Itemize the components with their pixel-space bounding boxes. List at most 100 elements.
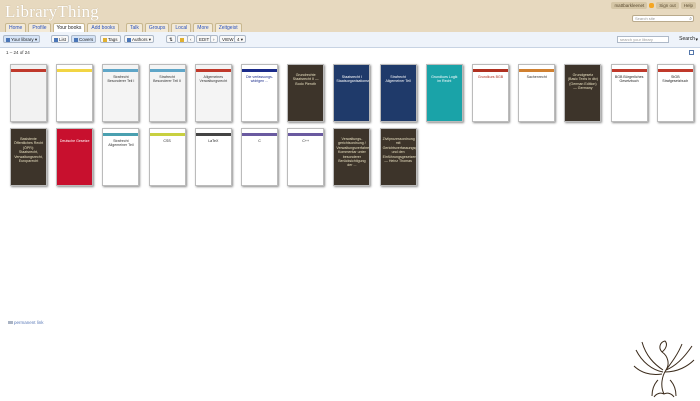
book-title: Grundgesetz (Basic Texts in dtv) (German… — [567, 73, 598, 91]
tools-icon — [180, 37, 184, 42]
book-cover[interactable]: CSS — [148, 128, 186, 186]
covers-label: Covers — [79, 37, 94, 42]
sort-icon: ⇅ — [169, 37, 173, 42]
rss-icon[interactable] — [649, 3, 655, 8]
tags-label: Tags — [108, 37, 118, 42]
next-button[interactable]: › — [210, 35, 218, 43]
book-title: Deutsche Gesetze — [59, 139, 90, 143]
phoenix-logo-icon — [633, 340, 695, 398]
chevron-right-icon: › — [213, 37, 215, 42]
your-library-dropdown[interactable]: Your library ▾ — [3, 35, 41, 43]
book-title: Allgemeines Verwaltungsrecht — [199, 75, 228, 84]
book-cover[interactable]: C++ — [287, 128, 325, 186]
authors-dropdown[interactable]: Authors ▾ — [124, 35, 155, 43]
prev-button[interactable]: ‹ — [187, 35, 195, 43]
book-cover[interactable]: BGB Bürgerliches Gesetzbuch — [610, 64, 648, 122]
help-link[interactable]: Help — [680, 2, 696, 9]
book-title: Basistexte Öffentliches Recht (ÖPR): Sta… — [13, 137, 44, 164]
site-search-placeholder: Search site — [635, 16, 656, 21]
book-title: StGB Strafgesetzbuch — [662, 75, 689, 84]
library-search-input[interactable]: search your library — [617, 36, 669, 43]
book-cover[interactable] — [10, 64, 47, 122]
sort-button[interactable]: ⇅ — [166, 35, 176, 43]
book-title: Verwaltungs­gerichtsordnung / Verwaltung… — [336, 137, 370, 168]
book-cover[interactable]: LaTeX — [194, 128, 232, 186]
book-cover[interactable]: C — [241, 128, 278, 186]
result-count: 1 – 24 of 24 — [6, 50, 30, 55]
book-title: Strafrecht Allgemeiner Teil — [385, 75, 411, 84]
library-icon — [6, 37, 10, 42]
book-title: Sachenrecht — [526, 75, 547, 79]
book-title: C — [258, 139, 261, 143]
list-view-button[interactable]: List — [51, 35, 70, 43]
book-cover[interactable]: Strafrecht Allgemeiner Teil — [379, 64, 417, 122]
book-cover[interactable] — [56, 64, 94, 122]
book-title: Grundkurs BGB — [477, 75, 504, 79]
search-icon[interactable]: ⌕ — [689, 16, 692, 22]
tags-button[interactable]: Tags — [100, 35, 121, 43]
cover-band — [657, 69, 693, 72]
grid-options-icon[interactable] — [689, 50, 694, 55]
book-cover[interactable]: StGB Strafgesetzbuch — [656, 64, 694, 122]
permanent-link-label: permanent link — [14, 320, 44, 325]
book-title: Strafrecht Besonderer Teil I — [107, 75, 135, 84]
username-link[interactable]: mattbarkleenet — [611, 2, 648, 9]
tag-icon — [103, 37, 107, 42]
cover-band — [57, 69, 93, 72]
book-cover[interactable]: Grundrechte Staatsrecht II — Bodo Pierot… — [287, 64, 325, 122]
cover-band — [195, 133, 231, 136]
cover-band — [611, 69, 647, 72]
covers-view-button[interactable]: Covers — [71, 35, 97, 43]
cover-band — [473, 69, 508, 72]
cover-band — [103, 133, 139, 136]
book-cover[interactable]: Strafrecht Besonderer Teil II — [148, 64, 186, 122]
book-cover[interactable]: Die verfassungs­widrigen ... — [241, 64, 278, 122]
library-search-button[interactable]: Search — [679, 36, 695, 43]
book-title: LaTeX — [208, 139, 219, 143]
sign-out-link[interactable]: Sign out — [656, 2, 679, 9]
book-cover[interactable]: Grundgesetz (Basic Texts in dtv) (German… — [564, 64, 602, 122]
book-cover[interactable]: Basistexte Öffentliches Recht (ÖPR): Sta… — [10, 128, 47, 186]
view-value: 4 — [237, 37, 240, 42]
view-label-text: VIEW — [222, 37, 234, 42]
book-cover[interactable]: Sachenrecht — [518, 64, 556, 122]
your-library-label: Your library — [11, 37, 34, 42]
book-cover[interactable]: Grundkurs Logik im Recht — [425, 64, 463, 122]
book-cover[interactable]: Staatsrecht I Staatsorganisationsrecht — [333, 64, 371, 122]
book-title: Die verfassungs­widrigen ... — [246, 75, 273, 84]
link-icon — [8, 321, 13, 325]
book-title: Grundkurs Logik im Recht — [431, 75, 458, 84]
book-cover[interactable]: Verwaltungs­gerichtsordnung / Verwaltung… — [333, 128, 371, 186]
book-title: Strafrecht Allgemeiner Teil — [108, 139, 134, 148]
book-cover[interactable]: Deutsche Gesetze — [56, 128, 94, 186]
covers-icon — [74, 37, 78, 42]
book-cover[interactable]: Zivilprozessordnung mit Gerichtsverfassu… — [379, 128, 417, 186]
cover-band — [242, 133, 277, 136]
cover-band — [11, 69, 46, 72]
book-cover[interactable]: Allgemeines Verwaltungsrecht — [194, 64, 232, 122]
book-title: Strafrecht Besonderer Teil II — [153, 75, 182, 84]
book-cover[interactable]: Grundkurs BGB — [472, 64, 509, 122]
list-label: List — [59, 37, 67, 42]
book-title: BGB Bürgerliches Gesetzbuch — [614, 75, 644, 84]
book-title: Grundrechte Staatsrecht II — Bodo Pierot… — [292, 73, 319, 86]
search-options-icon[interactable]: ▾ — [695, 37, 698, 43]
book-title: CSS — [163, 139, 171, 143]
book-title: C++ — [302, 139, 310, 143]
permanent-link[interactable]: permanent link — [8, 320, 44, 325]
librarything-logo[interactable]: LibraryThing — [5, 2, 99, 22]
author-icon — [127, 37, 131, 42]
cover-band — [195, 69, 231, 72]
site-search-input[interactable]: Search site ⌕ — [632, 15, 694, 22]
cover-band — [288, 133, 324, 136]
cover-band — [242, 69, 277, 72]
book-cover[interactable]: Strafrecht Besonderer Teil I — [102, 64, 140, 122]
view-select[interactable]: 4 ▾ — [234, 35, 247, 43]
chevron-left-icon: ‹ — [190, 37, 192, 42]
book-cover[interactable]: Strafrecht Allgemeiner Teil — [102, 128, 140, 186]
site-header: LibraryThing mattbarkleenet Sign out Hel… — [0, 0, 700, 33]
cover-band — [149, 133, 185, 136]
edit-label: EDIT — [199, 37, 210, 42]
book-title: Zivilprozessordnung mit Gerichtsverfassu… — [382, 137, 417, 164]
user-links: mattbarkleenet Sign out Help — [611, 2, 696, 9]
